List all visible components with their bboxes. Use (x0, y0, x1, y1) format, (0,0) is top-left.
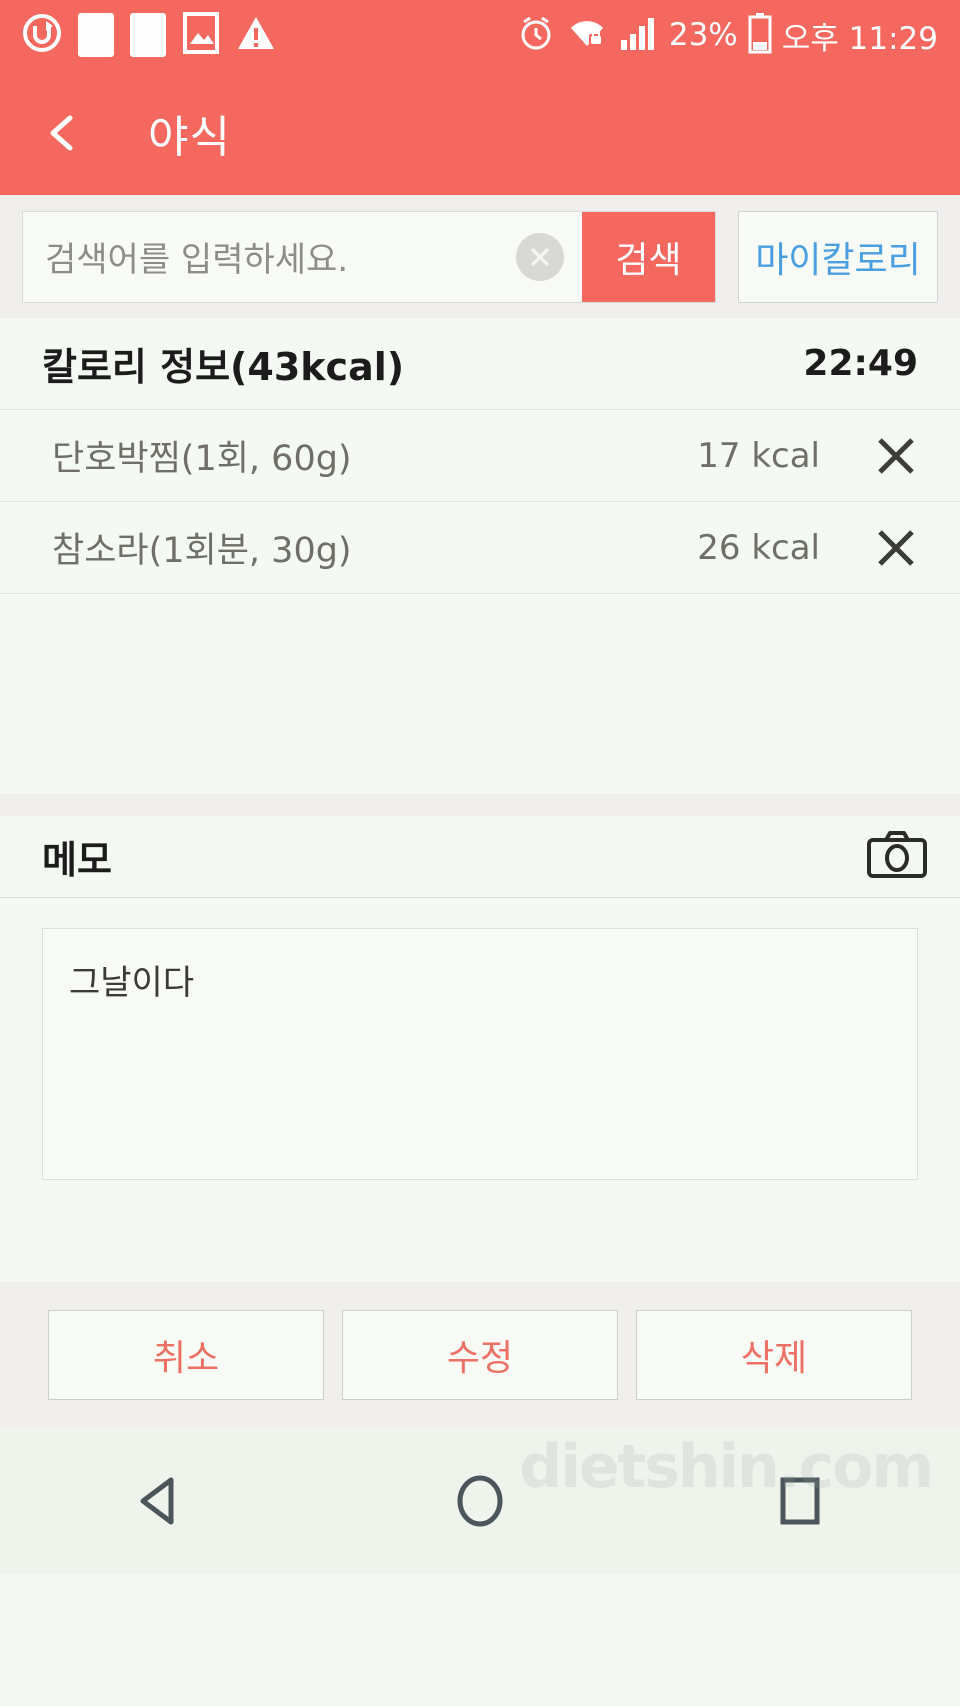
search-placeholder-label: 검색어를 입력하세요. (45, 240, 349, 280)
battery-percent-label: 23% (668, 17, 738, 53)
page-title: 야식 (148, 111, 231, 163)
alarm-icon (517, 14, 555, 56)
image-icon (182, 11, 220, 59)
blank-square-icon-1 (78, 13, 114, 57)
watermark-label: dietshin.com (519, 1432, 934, 1502)
signal-icon (619, 14, 659, 56)
food-kcal-label: 26 kcal (697, 527, 820, 568)
status-bar-left-icons (22, 11, 276, 59)
search-button[interactable]: 검색 (582, 211, 715, 302)
memo-textarea[interactable]: 그날이다 (42, 928, 918, 1180)
search-field-wrapper: 검색어를 입력하세요. 검색 (22, 210, 716, 303)
status-bar: 23% 오후 11:29 (0, 0, 960, 70)
food-kcal-label: 17 kcal (697, 435, 820, 476)
memo-body: 그날이다 (0, 898, 960, 1180)
status-bar-right-icons: 23% 오후 11:29 (517, 12, 938, 58)
nav-back-triangle-icon[interactable] (100, 1451, 220, 1551)
edit-button[interactable]: 수정 (342, 1310, 618, 1400)
wifi-secure-icon (565, 14, 609, 56)
warning-icon (236, 13, 276, 57)
app-screen: 23% 오후 11:29 야식 검색어를 입력하세요. 검색 마이칼로리 칼로리… (0, 0, 960, 1706)
memo-bottom-space (0, 1180, 960, 1282)
search-input[interactable]: 검색어를 입력하세요. (23, 212, 582, 302)
memo-label: 메모 (42, 838, 112, 882)
cancel-button[interactable]: 취소 (48, 1310, 324, 1400)
nav-recents-square-icon[interactable] (740, 1451, 860, 1551)
food-list-empty-space (0, 594, 960, 794)
back-chevron-icon[interactable] (40, 110, 86, 156)
meal-time-label: 22:49 (803, 343, 918, 384)
my-calorie-button[interactable]: 마이칼로리 (738, 210, 938, 303)
camera-icon[interactable] (866, 830, 928, 884)
close-x-icon[interactable] (868, 520, 924, 576)
clear-circle-icon[interactable] (516, 232, 564, 281)
blank-square-icon-2 (130, 13, 166, 57)
search-toolbar: 검색어를 입력하세요. 검색 마이칼로리 (0, 195, 960, 318)
android-nav-bar: dietshin.com (0, 1428, 960, 1574)
table-row[interactable]: 단호박찜(1회, 60g) 17 kcal (0, 410, 960, 502)
delete-button[interactable]: 삭제 (636, 1310, 912, 1400)
action-bar: 취소 수정 삭제 (0, 1282, 960, 1428)
table-row[interactable]: 참소라(1회분, 30g) 26 kcal (0, 502, 960, 594)
battery-icon (748, 12, 772, 58)
clock-label: 오후 11:29 (781, 20, 938, 57)
calorie-info-title: 칼로리 정보(43kcal) (42, 345, 405, 389)
u-refresh-icon (22, 13, 62, 57)
memo-header: 메모 (0, 816, 960, 898)
section-divider (0, 794, 960, 816)
calorie-info-header: 칼로리 정보(43kcal) 22:49 (0, 318, 960, 410)
food-name-label: 참소라(1회분, 30g) (52, 531, 352, 571)
food-list: 단호박찜(1회, 60g) 17 kcal 참소라(1회분, 30g) 26 k… (0, 410, 960, 794)
close-x-icon[interactable] (868, 428, 924, 484)
food-name-label: 단호박찜(1회, 60g) (52, 439, 352, 479)
app-bar: 야식 (0, 70, 960, 195)
nav-home-circle-icon[interactable] (420, 1451, 540, 1551)
